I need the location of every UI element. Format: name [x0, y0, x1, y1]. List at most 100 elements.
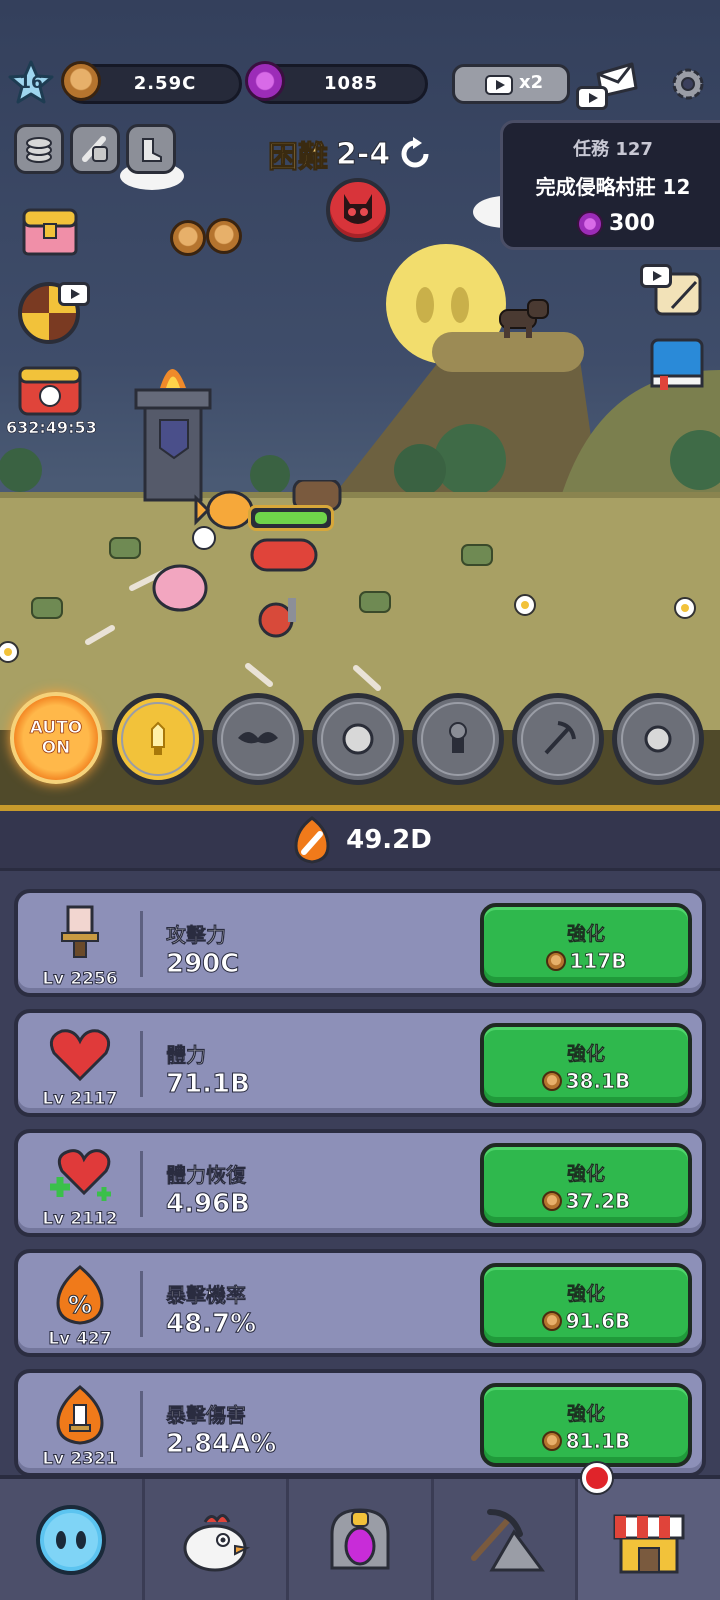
stat-level: Lv 2117 — [42, 1089, 118, 1110]
stat-card-crit-rate: % Lv 427 暴擊機率 48.7% 強化 91.6B — [14, 1249, 706, 1357]
svg-text:%: % — [68, 1291, 92, 1319]
ad-boost-button[interactable]: x2 — [452, 64, 570, 104]
stat-level: Lv 2321 — [42, 1449, 118, 1470]
upgrade-crit-damage-button[interactable]: 強化 81.1B — [480, 1383, 692, 1467]
upgrade-label: 強化 — [566, 1043, 606, 1066]
demon-skull-icon — [344, 194, 372, 224]
angel-chest-timer: 632:49:53 — [6, 418, 97, 438]
coin-amount: 2.59C — [133, 73, 197, 94]
stat-card-crit-damage: Lv 2321 暴擊傷害 2.84A% 強化 81.1B — [14, 1369, 706, 1477]
sword-icon — [61, 905, 99, 958]
book-icon — [650, 338, 704, 390]
upgrade-cost: 81.1B — [484, 1429, 688, 1453]
auto-skill-toggle[interactable]: AUTO ON — [10, 692, 102, 784]
scroll-video-ad-icon — [640, 264, 672, 288]
divider — [140, 911, 143, 977]
skill-slot-5[interactable] — [512, 693, 604, 785]
upgrade-label: 強化 — [566, 1163, 606, 1186]
player-level-badge[interactable]: 16 — [8, 60, 54, 106]
divider — [140, 1391, 143, 1457]
upgrade-cost-value: 117B — [569, 949, 627, 974]
boss-challenge-button[interactable] — [326, 178, 390, 242]
upgrade-label: 強化 — [566, 923, 606, 946]
treasure-chest-icon — [22, 208, 78, 256]
angel-chest-icon — [18, 366, 82, 416]
stat-card-hp: Lv 2117 體力 71.1B 強化 38.1B — [14, 1009, 706, 1117]
chicken-pet-icon — [183, 1513, 251, 1571]
skill-slot-6[interactable] — [612, 693, 704, 785]
quest-description: 完成侵略村莊 12 — [535, 175, 691, 199]
stat-value: 48.7% — [165, 1309, 257, 1340]
auto-state-label: ON — [41, 738, 71, 759]
skill-slot-1[interactable] — [112, 693, 204, 785]
battle-scene: 16 2.59C 1085 x2 困難 2-4 任務 127 完成侵略村莊 12… — [0, 0, 720, 805]
ad-multiplier: x2 — [519, 72, 544, 93]
skill-slot-2[interactable] — [212, 693, 304, 785]
stat-value: 290C — [165, 949, 240, 980]
player-level: 16 — [19, 73, 43, 93]
coin-drop-icon[interactable] — [170, 220, 206, 256]
divider — [140, 1271, 143, 1337]
stage-title: 困難 2-4 — [268, 132, 432, 176]
angel-chest-button[interactable] — [14, 362, 86, 418]
stat-icon-box: Lv 2112 — [30, 1143, 130, 1230]
quest-reward: 300 — [609, 211, 655, 236]
nav-character[interactable] — [0, 1479, 145, 1600]
stat-card-attack: Lv 2256 攻擊力 290C 強化 117B — [14, 889, 706, 997]
skill-slot-4[interactable] — [412, 693, 504, 785]
coin-drop-icon[interactable] — [206, 218, 242, 254]
stat-level: Lv 427 — [48, 1329, 112, 1350]
stat-value: 2.84A% — [165, 1429, 277, 1460]
refresh-icon[interactable] — [398, 137, 432, 171]
quest-panel[interactable]: 任務 127 完成侵略村莊 12 300 — [500, 120, 720, 250]
nav-shop[interactable] — [578, 1463, 720, 1600]
stat-name: 體力恢復 — [166, 1163, 247, 1188]
upgrade-hp-regen-button[interactable]: 強化 37.2B — [480, 1143, 692, 1227]
quest-title: 任務 127 — [573, 139, 653, 160]
earth-skill-icon — [342, 723, 374, 755]
dog-enemy-sprite — [499, 299, 549, 338]
settings-button[interactable] — [668, 64, 708, 104]
coin-icon — [541, 1431, 562, 1451]
upgrade-cost-value: 37.2B — [565, 1189, 631, 1214]
coin-counter[interactable]: 2.59C — [61, 61, 242, 104]
totem-skill-icon — [449, 722, 467, 753]
stat-card-hp-regen: Lv 2112 體力恢復 4.96B 強化 37.2B — [14, 1129, 706, 1237]
sword-shield-button[interactable] — [70, 124, 120, 174]
shop-icon — [613, 1514, 685, 1573]
coin-stack-button[interactable] — [14, 124, 64, 174]
skill-slot-3[interactable] — [312, 693, 404, 785]
bat-skill-icon — [238, 732, 278, 744]
crit-percent-icon: % — [56, 1265, 104, 1325]
codex-book-button[interactable] — [646, 336, 706, 392]
nav-pets[interactable] — [145, 1479, 290, 1600]
enemy-health-bar — [248, 505, 334, 531]
mail-video-ad-icon — [576, 86, 608, 110]
gem-counter[interactable]: 1085 — [245, 61, 428, 104]
gem-icon — [577, 211, 603, 237]
coin-icon — [541, 1311, 562, 1331]
gem-amount: 1085 — [323, 73, 379, 94]
coin-icon — [541, 1071, 562, 1091]
bottom-navigation — [0, 1463, 720, 1600]
upgrade-hp-button[interactable]: 強化 38.1B — [480, 1023, 692, 1107]
winged-boot-icon — [142, 138, 162, 162]
stage-difficulty: 困難 — [268, 140, 329, 176]
notification-dot — [582, 1463, 613, 1493]
stage-number: 2-4 — [335, 136, 391, 172]
stat-icon-box: % Lv 427 — [30, 1263, 130, 1350]
stat-level: Lv 2112 — [42, 1209, 118, 1230]
sword-shield-icon — [82, 136, 108, 162]
treasure-chest-button[interactable] — [20, 202, 80, 258]
upgrade-panel: 49.2D Lv 2256 攻擊力 290C 強化 117B Lv 2117 體… — [0, 805, 720, 1477]
divider — [140, 1151, 143, 1217]
coin-icon — [541, 1191, 562, 1211]
upgrade-cost-value: 81.1B — [565, 1429, 631, 1454]
coin-icon — [545, 951, 566, 971]
nav-mining[interactable] — [434, 1479, 579, 1600]
combat-power-icon — [294, 815, 330, 864]
nav-portal[interactable] — [289, 1479, 434, 1600]
speed-boot-button[interactable] — [126, 124, 176, 174]
upgrade-crit-rate-button[interactable]: 強化 91.6B — [480, 1263, 692, 1347]
upgrade-attack-button[interactable]: 強化 117B — [480, 903, 692, 987]
